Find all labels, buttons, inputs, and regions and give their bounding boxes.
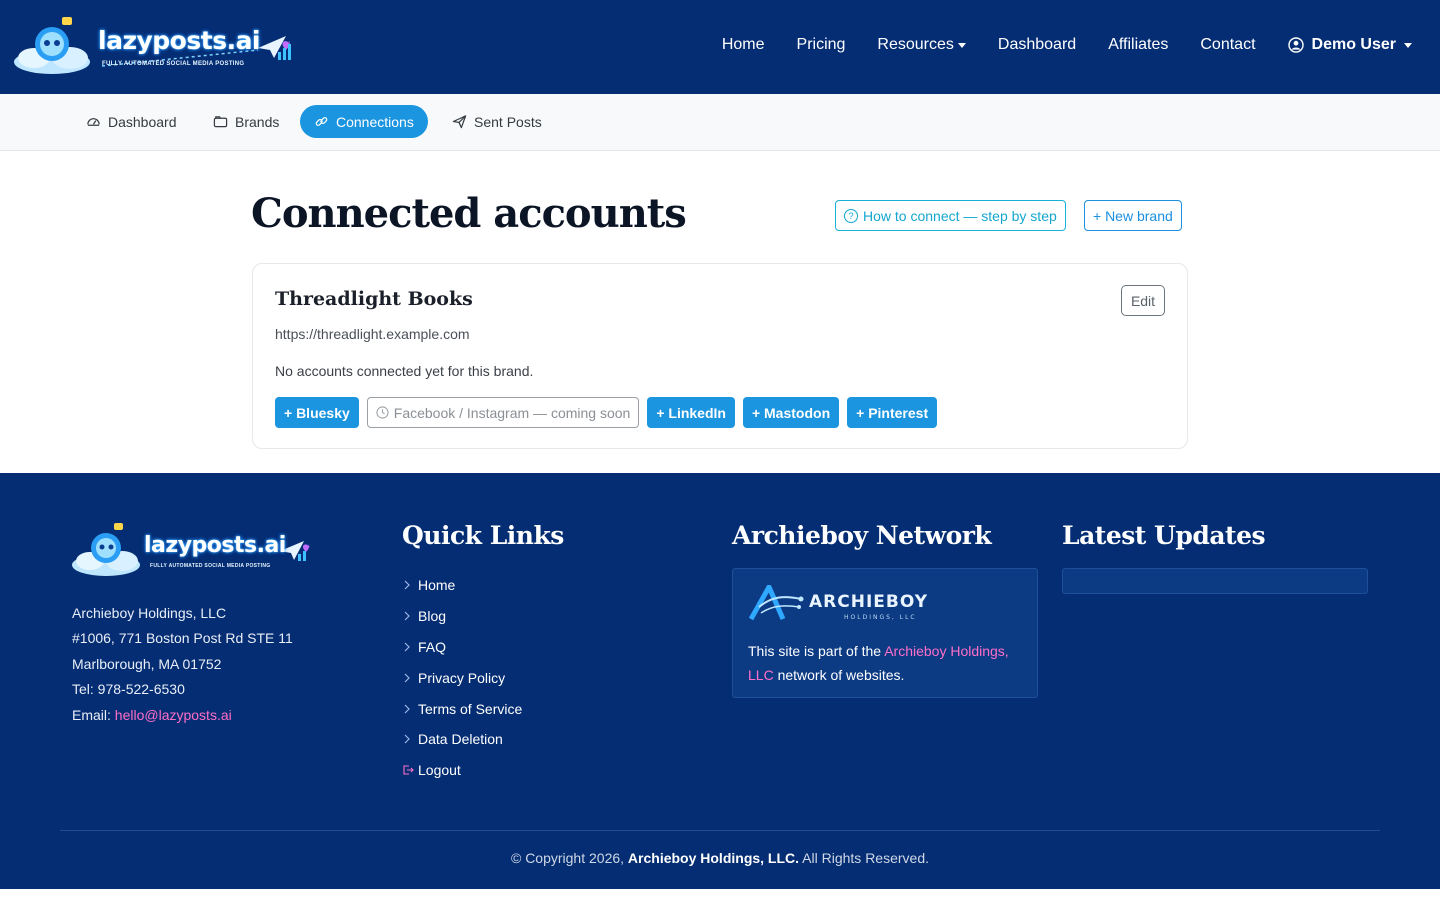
footer-link-data-deletion[interactable]: Data Deletion <box>402 724 522 755</box>
user-menu-dropdown[interactable]: Demo User <box>1287 36 1412 54</box>
logo-tagline: FULLY AUTOMATED SOCIAL MEDIA POSTING <box>102 61 245 67</box>
latest-updates-box <box>1062 568 1368 594</box>
clock-icon <box>376 406 389 419</box>
footer-link-label: Privacy Policy <box>418 669 506 686</box>
nav-contact[interactable]: Contact <box>1200 36 1255 54</box>
send-icon <box>452 115 467 129</box>
address-line: Archieboy Holdings, LLC <box>72 605 227 621</box>
address-line: Marlborough, MA 01752 <box>72 655 222 672</box>
folder-icon <box>213 116 228 128</box>
dashboard-subnav: Dashboard Brands Connections Sent Posts <box>0 94 1440 151</box>
archieboy-logo[interactable]: ARCHIEBOY HOLDINGS, LLC <box>748 584 939 623</box>
question-circle-icon: ? <box>844 208 858 223</box>
connect-pinterest-button[interactable]: + Pinterest <box>847 397 938 428</box>
caret-down-icon <box>1404 42 1412 48</box>
user-name: Demo User <box>1311 36 1396 53</box>
quick-links-heading: Quick Links <box>402 521 564 550</box>
footer-link-label: Terms of Service <box>418 700 523 717</box>
phone-line: Tel: 978-522-6530 <box>72 681 185 698</box>
footer-link-label: Home <box>418 577 456 594</box>
footer-link-logout[interactable]: Logout <box>402 755 522 786</box>
network-text-pre: This site is part of the <box>748 643 882 659</box>
subnav-brands[interactable]: Brands <box>199 105 293 138</box>
latest-updates-heading: Latest Updates <box>1062 521 1266 550</box>
new-brand-button[interactable]: + New brand <box>1084 200 1182 231</box>
archieboy-logo-text: ARCHIEBOY <box>809 592 928 612</box>
chevron-right-icon <box>404 734 410 744</box>
subnav-connections[interactable]: Connections <box>300 105 428 138</box>
chevron-right-icon <box>404 642 410 652</box>
connect-buttons-row: + Bluesky Facebook / Instagram — coming … <box>275 397 945 428</box>
footer-link-faq[interactable]: FAQ <box>402 632 522 663</box>
network-text-post: network of websites. <box>777 667 905 683</box>
chevron-right-icon <box>404 673 410 683</box>
nav-resources-label: Resources <box>877 36 954 53</box>
copyright-pre: © Copyright 2026, <box>510 850 625 866</box>
quick-links-list: Home Blog FAQ Privacy Policy Terms of Se… <box>402 570 522 786</box>
email-line: Email: hello@lazyposts.ai <box>72 703 293 728</box>
coming-soon-label: Facebook / Instagram — coming soon <box>393 404 631 421</box>
speedometer-icon <box>87 118 100 126</box>
subnav-brands-label: Brands <box>235 113 280 130</box>
network-box: ARCHIEBOY HOLDINGS, LLC This site is par… <box>732 568 1038 698</box>
email-link[interactable]: hello@lazyposts.ai <box>115 707 232 723</box>
network-heading: Archieboy Network <box>732 521 992 550</box>
top-navbar: lazyposts.ai FULLY AUTOMATED SOCIAL MEDI… <box>0 0 1440 94</box>
logo-wordmark: lazyposts.ai <box>98 26 261 55</box>
site-footer: lazyposts.ai FULLY AUTOMATED SOCIAL MEDI… <box>0 473 1440 889</box>
connect-mastodon-button[interactable]: + Mastodon <box>742 397 840 428</box>
nav-resources-dropdown[interactable]: Resources <box>877 36 966 54</box>
footer-link-label: Blog <box>418 608 447 625</box>
connect-bluesky-button[interactable]: + Bluesky <box>275 397 359 428</box>
chevron-right-icon <box>404 611 410 621</box>
subnav-sent-posts[interactable]: Sent Posts <box>438 105 556 138</box>
footer-link-label: Data Deletion <box>418 731 503 748</box>
facebook-instagram-coming-soon: Facebook / Instagram — coming soon <box>366 397 640 428</box>
chevron-right-icon <box>404 580 410 590</box>
connect-linkedin-button[interactable]: + LinkedIn <box>647 397 735 428</box>
footer-link-blog[interactable]: Blog <box>402 601 522 632</box>
footer-link-privacy-policy[interactable]: Privacy Policy <box>402 662 522 693</box>
footer-link-label: Logout <box>418 762 461 779</box>
how-to-connect-label: How to connect — step by step <box>863 207 1057 224</box>
nav-dashboard[interactable]: Dashboard <box>998 36 1076 54</box>
email-label: Email: <box>72 706 111 723</box>
link-icon <box>315 117 328 126</box>
page-title: Connected accounts <box>251 190 687 237</box>
footer-logo-tagline: FULLY AUTOMATED SOCIAL MEDIA POSTING <box>150 563 271 569</box>
brand-name: Threadlight Books <box>275 288 473 310</box>
subnav-connections-label: Connections <box>336 113 414 130</box>
no-accounts-message: No accounts connected yet for this brand… <box>275 363 534 379</box>
footer-link-label: FAQ <box>418 638 447 655</box>
copyright-post: All Rights Reserved. <box>802 850 929 866</box>
copyright-company: Archieboy Holdings, LLC. <box>627 850 800 866</box>
logout-icon <box>403 765 414 775</box>
nav-affiliates[interactable]: Affiliates <box>1108 36 1168 54</box>
footer-logo-wordmark: lazyposts.ai <box>144 533 286 558</box>
address-line: #1006, 771 Boston Post Rd STE 11 <box>72 630 293 647</box>
how-to-connect-button[interactable]: ? How to connect — step by step <box>835 200 1066 231</box>
copyright-text: © Copyright 2026, Archieboy Holdings, LL… <box>0 850 1440 866</box>
archieboy-logo-subtext: HOLDINGS, LLC <box>844 614 917 621</box>
chevron-right-icon <box>404 704 410 714</box>
brand-card: Threadlight Books Edit https://threadlig… <box>252 263 1188 449</box>
footer-logo[interactable]: lazyposts.ai FULLY AUTOMATED SOCIAL MEDI… <box>70 521 330 581</box>
nav-pricing[interactable]: Pricing <box>797 36 846 54</box>
caret-down-icon <box>957 42 966 48</box>
edit-brand-button[interactable]: Edit <box>1121 285 1165 316</box>
footer-link-home[interactable]: Home <box>402 570 522 601</box>
footer-divider <box>60 830 1380 831</box>
site-logo[interactable]: lazyposts.ai FULLY AUTOMATED SOCIAL MEDI… <box>12 14 312 80</box>
archieboy-logo-icon: ARCHIEBOY HOLDINGS, LLC <box>748 584 928 621</box>
nav-home[interactable]: Home <box>722 36 765 54</box>
subnav-dashboard-label: Dashboard <box>108 113 177 130</box>
brand-url: https://threadlight.example.com <box>275 326 470 342</box>
subnav-dashboard[interactable]: Dashboard <box>72 105 191 138</box>
main-nav: Home Pricing Resources Dashboard Affilia… <box>690 36 1412 54</box>
company-address: Archieboy Holdings, LLC #1006, 771 Bosto… <box>72 601 293 728</box>
user-circle-icon <box>1287 37 1304 53</box>
subnav-sent-posts-label: Sent Posts <box>474 113 542 130</box>
network-description: This site is part of the Archieboy Holdi… <box>748 639 1028 687</box>
footer-link-terms[interactable]: Terms of Service <box>402 693 522 724</box>
